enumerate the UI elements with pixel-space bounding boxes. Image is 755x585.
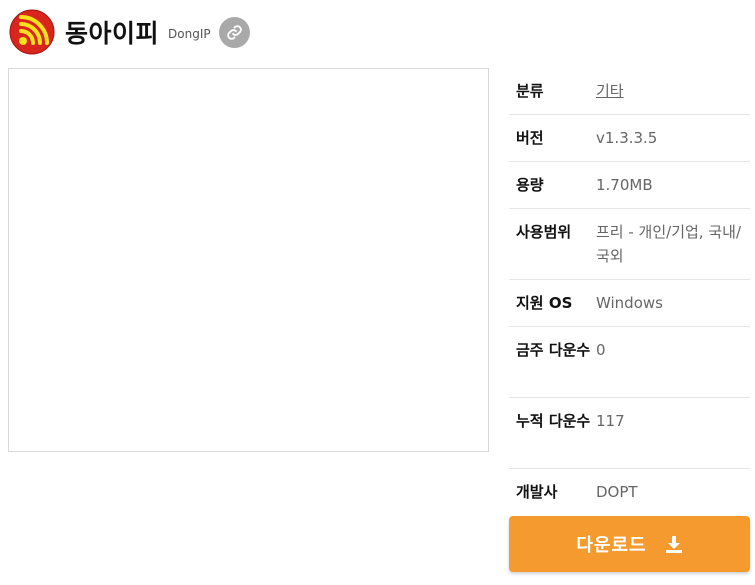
info-label: 누적 다운수 bbox=[516, 412, 591, 430]
info-row-size: 용량 1.70MB bbox=[509, 162, 750, 209]
info-value: 프리 - 개인/기업, 국내/국외 bbox=[596, 223, 741, 265]
app-title: 동아이피 bbox=[65, 19, 160, 48]
info-value: 1.70MB bbox=[596, 176, 653, 194]
info-value: Windows bbox=[596, 294, 663, 312]
info-row-developer: 개발사 DOPT bbox=[509, 469, 750, 516]
info-label: 용량 bbox=[516, 176, 544, 194]
info-table: 분류 기타 버전 v1.3.3.5 용량 1.70MB 사용범위 프리 - 개인… bbox=[509, 68, 750, 516]
info-value: 117 bbox=[596, 412, 625, 430]
app-logo-icon bbox=[9, 9, 55, 55]
info-label: 분류 bbox=[516, 82, 544, 100]
download-icon bbox=[665, 535, 683, 553]
info-label: 지원 OS bbox=[516, 294, 573, 312]
app-subtitle: DongIP bbox=[168, 27, 211, 41]
link-button[interactable] bbox=[218, 16, 250, 48]
info-row-os: 지원 OS Windows bbox=[509, 280, 750, 327]
screenshot-preview bbox=[8, 68, 489, 452]
info-label: 금주 다운수 bbox=[516, 341, 591, 359]
info-row-license: 사용범위 프리 - 개인/기업, 국내/국외 bbox=[509, 209, 750, 280]
category-link[interactable]: 기타 bbox=[596, 79, 750, 114]
info-value: 0 bbox=[596, 341, 606, 359]
info-row-weekly-downloads: 금주 다운수 0 bbox=[509, 327, 750, 398]
info-value: DOPT bbox=[596, 483, 638, 501]
download-button[interactable]: 다운로드 bbox=[509, 516, 750, 572]
info-row-total-downloads: 누적 다운수 117 bbox=[509, 398, 750, 469]
link-icon bbox=[226, 24, 242, 40]
download-label: 다운로드 bbox=[576, 535, 647, 556]
info-row-version: 버전 v1.3.3.5 bbox=[509, 115, 750, 162]
info-label: 개발사 bbox=[516, 483, 558, 501]
info-row-category: 분류 기타 bbox=[509, 68, 750, 115]
app-header: 동아이피 DongIP bbox=[9, 9, 250, 55]
info-value: v1.3.3.5 bbox=[596, 129, 658, 147]
info-label: 버전 bbox=[516, 129, 544, 147]
info-label: 사용범위 bbox=[516, 223, 572, 241]
